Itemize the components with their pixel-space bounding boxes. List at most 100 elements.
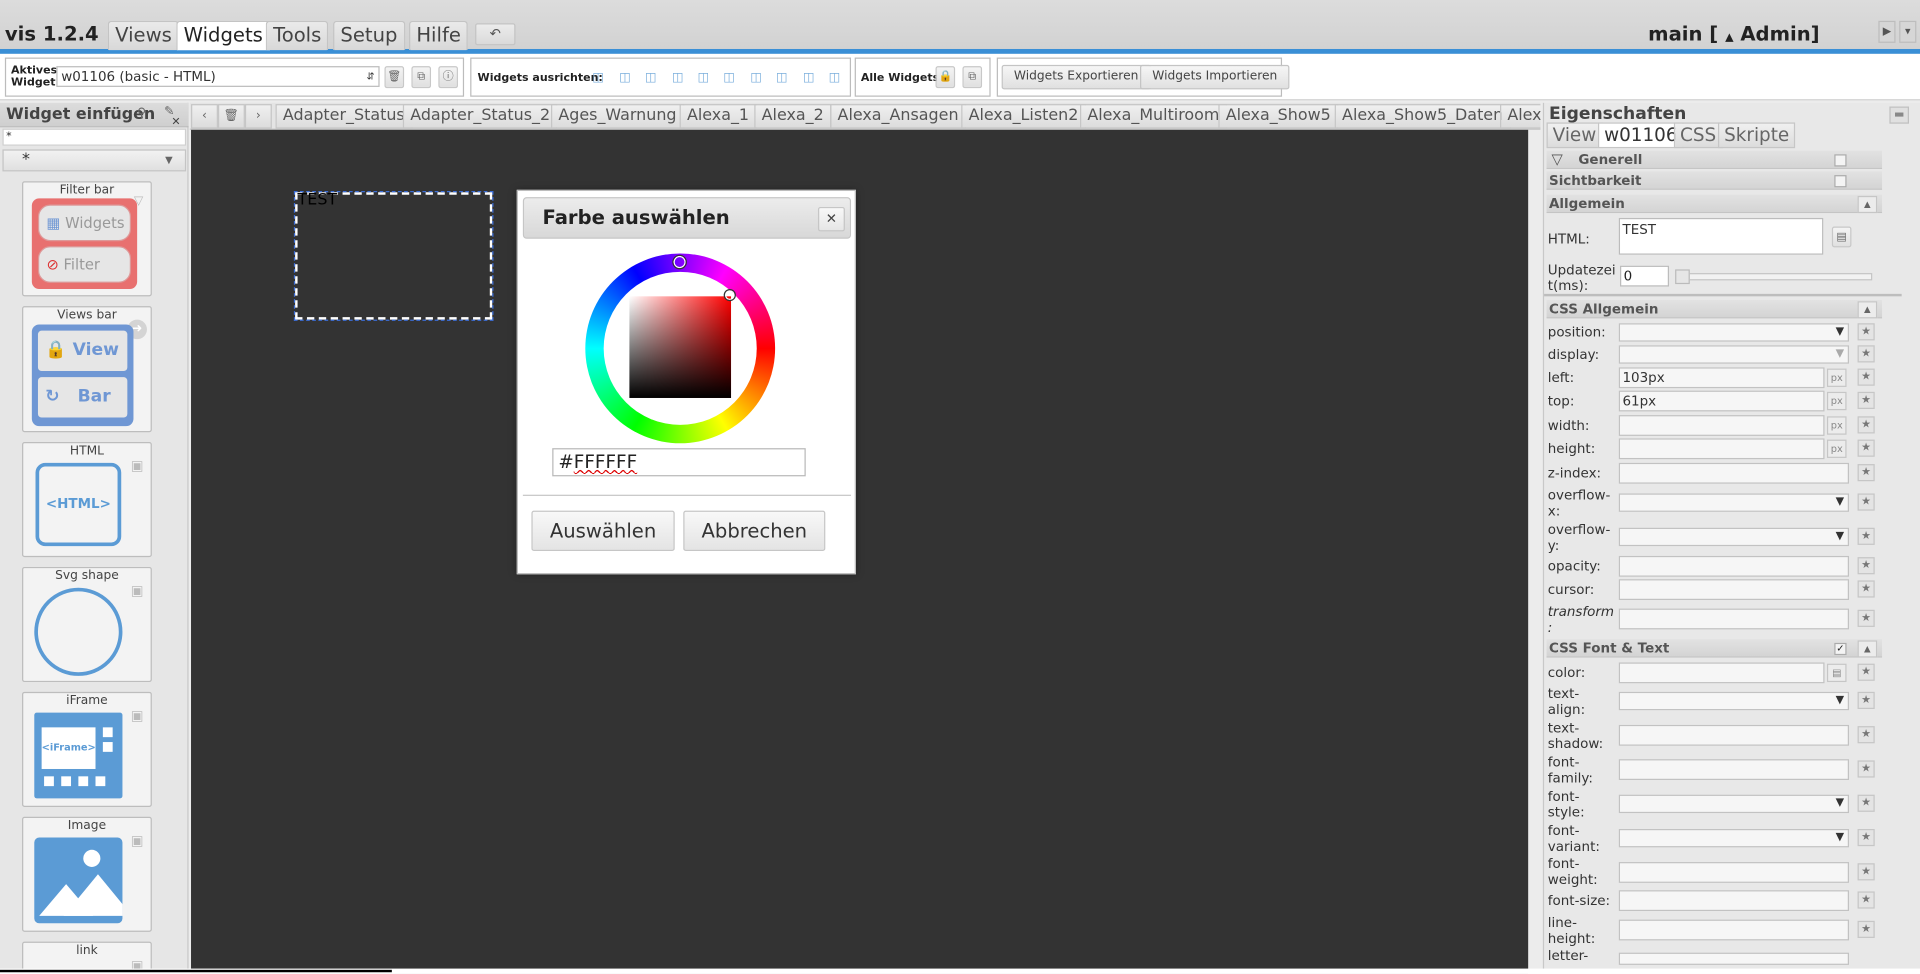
textalign-select[interactable]: ▼ (1618, 691, 1849, 711)
overflowy-select[interactable]: ▼ (1618, 527, 1849, 547)
view-tab[interactable]: Alex (1500, 104, 1541, 129)
fontstyle-select[interactable]: ▼ (1618, 794, 1849, 814)
view-canvas[interactable]: TEST (191, 129, 1529, 974)
same-width-icon[interactable]: ◫ (801, 70, 817, 87)
copy-icon[interactable]: ⧉ (411, 66, 432, 89)
overflowx-select[interactable]: ▼ (1618, 493, 1849, 512)
tab-setup[interactable]: Setup (333, 20, 405, 51)
sichtbarkeit-checkbox[interactable] (1834, 175, 1847, 188)
next-view-icon[interactable]: › (244, 104, 272, 129)
section-css-allgemein[interactable]: CSS Allgemein (1546, 300, 1883, 319)
minimize-icon[interactable]: ▬ (1889, 106, 1909, 124)
star-icon[interactable]: ★ (1857, 416, 1875, 434)
fontsize-input[interactable] (1618, 890, 1849, 912)
align-vcenter-icon[interactable]: ◫ (696, 70, 712, 87)
css-font-checkbox[interactable]: ✓ (1834, 642, 1847, 656)
view-tab[interactable]: Alexa_Multiroom (1080, 104, 1227, 129)
update-interval-input[interactable]: 0 (1620, 265, 1669, 287)
px-unit-button[interactable]: px (1826, 439, 1847, 458)
edit-icon[interactable]: ▤ (1831, 226, 1852, 248)
opacity-input[interactable] (1618, 555, 1849, 577)
color-input[interactable] (1618, 662, 1825, 684)
close-icon[interactable]: ✕ (817, 206, 845, 232)
view-tab[interactable]: Ages_Warnung (551, 104, 684, 129)
star-icon[interactable]: ★ (1857, 760, 1875, 778)
slider-handle[interactable] (1675, 269, 1690, 285)
star-icon[interactable]: ★ (1857, 493, 1875, 511)
star-icon[interactable]: ★ (1857, 464, 1875, 482)
star-icon[interactable]: ★ (1857, 726, 1875, 744)
star-icon[interactable]: ★ (1857, 345, 1875, 363)
search-icon[interactable]: ⚲ (137, 107, 146, 120)
collapse-icon[interactable]: ▲ (1857, 195, 1878, 214)
widget-set-select[interactable]: * ▼ (2, 149, 187, 172)
close-icon[interactable]: ✕ (171, 116, 180, 128)
collapse-icon[interactable]: ▲ (1857, 301, 1878, 319)
height-input[interactable] (1618, 438, 1825, 460)
star-icon[interactable]: ★ (1857, 691, 1875, 709)
selected-widget[interactable]: TEST (293, 191, 494, 321)
tab-view[interactable]: View (1546, 122, 1603, 149)
import-widgets-button[interactable]: Widgets Importieren (1140, 64, 1290, 90)
saturation-value-square[interactable] (629, 296, 732, 398)
tab-views[interactable]: Views (107, 20, 180, 51)
hex-color-input[interactable]: #FFFFFF (552, 448, 806, 477)
tab-w01106[interactable]: w01106 (1597, 122, 1684, 149)
star-icon[interactable]: ★ (1857, 863, 1875, 881)
update-interval-slider[interactable] (1676, 273, 1873, 281)
undo-button[interactable]: ↶ (475, 23, 516, 46)
lock-icon[interactable]: 🔒 (935, 66, 956, 89)
star-icon[interactable]: ★ (1857, 663, 1875, 681)
section-css-font[interactable]: CSS Font & Text (1546, 639, 1883, 658)
textshadow-input[interactable] (1618, 724, 1849, 746)
star-icon[interactable]: ★ (1857, 368, 1875, 386)
cancel-button[interactable]: Abbrechen (683, 510, 826, 552)
palette-item-image[interactable]: Image ▣ (22, 816, 152, 932)
view-tab[interactable]: Alexa_Show5_Daten (1334, 104, 1511, 129)
dialog-titlebar[interactable]: Farbe auswählen ✕ (522, 197, 852, 239)
px-unit-button[interactable]: px (1826, 391, 1847, 411)
palette-item-filter-bar[interactable]: Filter bar ▽ ▦ Widgets ⊘ Filter (22, 181, 152, 297)
lineheight-input[interactable] (1618, 919, 1849, 941)
info-icon[interactable]: ⓘ (438, 66, 458, 89)
palette-item-views-bar[interactable]: Views bar ➜ 🔒 View ↻ Bar (22, 306, 152, 433)
active-widget-select[interactable]: w01106 (basic - HTML) ⇵ (56, 66, 380, 87)
palette-item-iframe[interactable]: iFrame ▣ <iFrame> (22, 691, 152, 807)
generell-checkbox[interactable] (1834, 154, 1847, 167)
palette-item-html[interactable]: HTML ▣ <HTML> (22, 442, 152, 558)
dropdown-icon[interactable]: ▾ (1899, 20, 1917, 43)
star-icon[interactable]: ★ (1857, 609, 1875, 627)
view-tab[interactable]: Alexa_Listen2 (961, 104, 1086, 129)
play-icon[interactable]: ▶ (1878, 20, 1896, 43)
view-tab[interactable]: Adapter_Status_2 (402, 104, 558, 129)
view-tab[interactable]: Adapter_Status (275, 104, 413, 129)
html-textarea[interactable]: TEST (1618, 217, 1824, 255)
left-input[interactable]: 103px (1618, 367, 1825, 389)
fontfamily-input[interactable] (1618, 759, 1849, 781)
tab-tools[interactable]: Tools (265, 20, 329, 51)
align-left-icon[interactable]: ◫ (590, 70, 606, 87)
delete-view-icon[interactable]: 🗑 (217, 104, 245, 129)
export-widgets-button[interactable]: Widgets Exportieren (1001, 64, 1151, 90)
fontweight-input[interactable] (1618, 862, 1849, 883)
palette-item-svg-shape[interactable]: Svg shape ▣ (22, 566, 152, 683)
select-color-button[interactable]: Auswählen (531, 510, 675, 552)
zindex-input[interactable] (1618, 462, 1849, 484)
unlock-icon[interactable]: ⧉ (962, 66, 983, 89)
tab-skripte[interactable]: Skripte (1717, 122, 1796, 149)
distribute-v-icon[interactable]: ◫ (774, 70, 790, 87)
view-tab[interactable]: Alexa_Show5 (1218, 104, 1339, 129)
view-tab[interactable]: Alexa_1 (679, 104, 757, 129)
px-unit-button[interactable]: px (1826, 368, 1847, 387)
collapse-icon[interactable]: ▲ (1857, 640, 1878, 658)
transform-input[interactable] (1618, 608, 1849, 630)
star-icon[interactable]: ★ (1857, 527, 1875, 545)
tab-css[interactable]: CSS (1673, 122, 1723, 149)
star-icon[interactable]: ★ (1857, 828, 1875, 847)
star-icon[interactable]: ★ (1857, 891, 1875, 909)
hue-marker[interactable] (672, 254, 687, 270)
letterspacing-input[interactable] (1618, 952, 1849, 965)
delete-icon[interactable]: 🗑 (384, 66, 405, 89)
width-input[interactable] (1618, 415, 1825, 436)
section-generell[interactable]: ▽ Generell (1546, 150, 1883, 169)
